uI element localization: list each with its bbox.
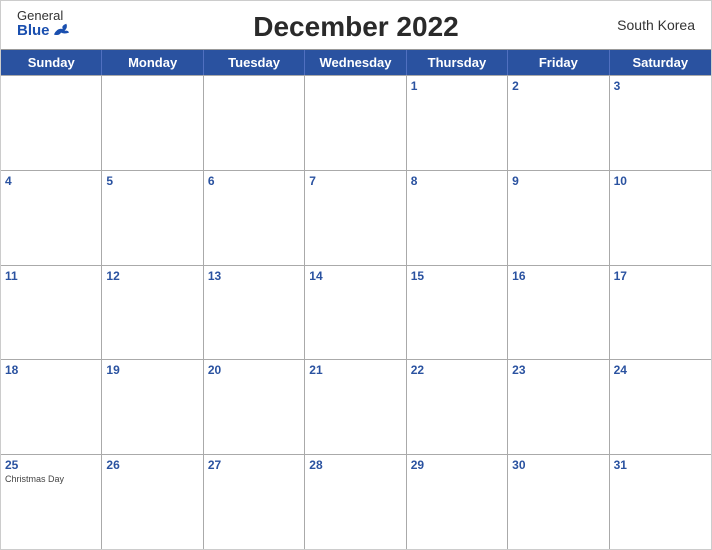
day-cell: 18 bbox=[1, 360, 102, 454]
day-cell: 9 bbox=[508, 171, 609, 265]
logo: General Blue bbox=[17, 9, 70, 38]
day-number: 10 bbox=[614, 174, 707, 188]
day-cell: 25 Christmas Day bbox=[1, 455, 102, 549]
day-event: Christmas Day bbox=[5, 474, 97, 485]
day-cell: 15 bbox=[407, 266, 508, 360]
logo-blue: Blue bbox=[17, 22, 70, 38]
day-cell: 11 bbox=[1, 266, 102, 360]
day-header-sunday: Sunday bbox=[1, 50, 102, 75]
day-number: 19 bbox=[106, 363, 198, 377]
day-cell: 10 bbox=[610, 171, 711, 265]
day-header-tuesday: Tuesday bbox=[204, 50, 305, 75]
logo-general: General bbox=[17, 9, 63, 22]
day-cell bbox=[204, 76, 305, 170]
day-cell bbox=[1, 76, 102, 170]
day-number: 8 bbox=[411, 174, 503, 188]
day-cell: 8 bbox=[407, 171, 508, 265]
day-number: 6 bbox=[208, 174, 300, 188]
day-cell: 13 bbox=[204, 266, 305, 360]
day-number: 21 bbox=[309, 363, 401, 377]
day-cell: 20 bbox=[204, 360, 305, 454]
day-cell: 17 bbox=[610, 266, 711, 360]
day-number: 3 bbox=[614, 79, 707, 93]
week-row-5: 25 Christmas Day 26 27 28 29 30 31 bbox=[1, 454, 711, 549]
day-number: 15 bbox=[411, 269, 503, 283]
day-cell: 1 bbox=[407, 76, 508, 170]
day-number: 11 bbox=[5, 269, 97, 283]
week-row-4: 18 19 20 21 22 23 24 bbox=[1, 359, 711, 454]
day-cell: 26 bbox=[102, 455, 203, 549]
day-cell: 7 bbox=[305, 171, 406, 265]
day-cell bbox=[102, 76, 203, 170]
day-cell: 14 bbox=[305, 266, 406, 360]
week-row-1: 123 bbox=[1, 75, 711, 170]
calendar: General Blue December 2022 South Korea S… bbox=[0, 0, 712, 550]
day-number: 14 bbox=[309, 269, 401, 283]
day-number: 17 bbox=[614, 269, 707, 283]
day-cell: 6 bbox=[204, 171, 305, 265]
day-number: 27 bbox=[208, 458, 300, 472]
day-number: 30 bbox=[512, 458, 604, 472]
day-number: 20 bbox=[208, 363, 300, 377]
day-cell: 3 bbox=[610, 76, 711, 170]
day-cell: 23 bbox=[508, 360, 609, 454]
day-cell: 30 bbox=[508, 455, 609, 549]
day-cell: 27 bbox=[204, 455, 305, 549]
day-cell: 31 bbox=[610, 455, 711, 549]
day-number: 1 bbox=[411, 79, 503, 93]
day-cell: 29 bbox=[407, 455, 508, 549]
day-cell: 16 bbox=[508, 266, 609, 360]
day-number: 24 bbox=[614, 363, 707, 377]
week-row-3: 11 12 13 14 15 16 17 bbox=[1, 265, 711, 360]
day-number: 26 bbox=[106, 458, 198, 472]
day-cell: 12 bbox=[102, 266, 203, 360]
day-number: 12 bbox=[106, 269, 198, 283]
day-number: 31 bbox=[614, 458, 707, 472]
day-cell: 4 bbox=[1, 171, 102, 265]
day-cell: 2 bbox=[508, 76, 609, 170]
day-cell: 24 bbox=[610, 360, 711, 454]
month-title: December 2022 bbox=[253, 11, 458, 43]
day-cell: 28 bbox=[305, 455, 406, 549]
day-cell: 22 bbox=[407, 360, 508, 454]
day-header-thursday: Thursday bbox=[407, 50, 508, 75]
day-number: 25 bbox=[5, 458, 97, 472]
day-number: 2 bbox=[512, 79, 604, 93]
day-number: 29 bbox=[411, 458, 503, 472]
day-cell: 21 bbox=[305, 360, 406, 454]
day-number: 16 bbox=[512, 269, 604, 283]
day-number: 7 bbox=[309, 174, 401, 188]
day-number: 23 bbox=[512, 363, 604, 377]
calendar-grid: SundayMondayTuesdayWednesdayThursdayFrid… bbox=[1, 49, 711, 549]
country-label: South Korea bbox=[617, 17, 695, 33]
day-cell: 19 bbox=[102, 360, 203, 454]
day-number: 9 bbox=[512, 174, 604, 188]
logo-bird-icon bbox=[52, 22, 70, 38]
day-cell: 5 bbox=[102, 171, 203, 265]
day-header-friday: Friday bbox=[508, 50, 609, 75]
week-row-2: 456789 10 bbox=[1, 170, 711, 265]
day-number: 13 bbox=[208, 269, 300, 283]
day-headers-row: SundayMondayTuesdayWednesdayThursdayFrid… bbox=[1, 50, 711, 75]
day-header-saturday: Saturday bbox=[610, 50, 711, 75]
day-cell bbox=[305, 76, 406, 170]
calendar-header: General Blue December 2022 South Korea bbox=[1, 1, 711, 49]
day-number: 18 bbox=[5, 363, 97, 377]
day-number: 4 bbox=[5, 174, 97, 188]
weeks-container: 1234567891011121314151617181920212223242… bbox=[1, 75, 711, 549]
day-header-wednesday: Wednesday bbox=[305, 50, 406, 75]
day-number: 22 bbox=[411, 363, 503, 377]
day-number: 28 bbox=[309, 458, 401, 472]
day-number: 5 bbox=[106, 174, 198, 188]
day-header-monday: Monday bbox=[102, 50, 203, 75]
